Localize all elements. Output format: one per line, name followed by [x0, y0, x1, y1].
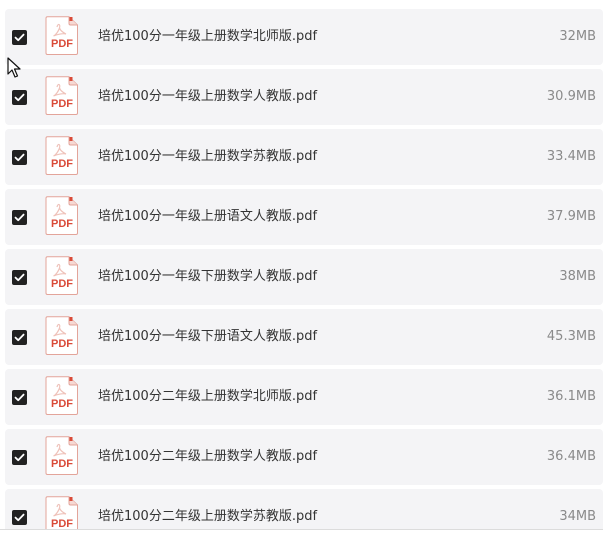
file-checkbox[interactable] [12, 390, 27, 405]
file-name: 培优100分一年级上册语文人教版.pdf [98, 209, 318, 224]
checkmark-icon [14, 453, 25, 462]
svg-text:PDF: PDF [51, 458, 73, 470]
file-name: 培优100分一年级上册数学北师版.pdf [98, 29, 318, 44]
file-checkbox[interactable] [12, 210, 27, 225]
file-name: 培优100分一年级下册数学人教版.pdf [98, 269, 318, 284]
file-name: 培优100分一年级上册数学苏教版.pdf [98, 149, 318, 164]
checkmark-icon [14, 513, 25, 522]
pdf-file-icon: PDF [45, 136, 79, 175]
file-checkbox[interactable] [12, 450, 27, 465]
divider [0, 529, 603, 530]
file-checkbox[interactable] [12, 510, 27, 525]
file-size: 38MB [559, 269, 596, 284]
svg-text:PDF: PDF [51, 158, 73, 170]
file-checkbox[interactable] [12, 30, 27, 45]
pdf-file-icon: PDF [45, 256, 79, 295]
file-row[interactable]: PDF 培优100分一年级下册数学人教版.pdf 38MB [5, 249, 603, 305]
file-row[interactable]: PDF 培优100分二年级上册数学北师版.pdf 36.1MB [5, 369, 603, 425]
pdf-file-icon: PDF [45, 376, 79, 415]
file-row[interactable]: PDF 培优100分一年级上册语文人教版.pdf 37.9MB [5, 189, 603, 245]
checkmark-icon [14, 333, 25, 342]
file-row[interactable]: PDF 培优100分一年级上册数学北师版.pdf 32MB [5, 9, 603, 65]
file-checkbox[interactable] [12, 330, 27, 345]
checkmark-icon [14, 273, 25, 282]
file-row[interactable]: PDF 培优100分一年级上册数学苏教版.pdf 33.4MB [5, 129, 603, 185]
svg-text:PDF: PDF [51, 218, 73, 230]
checkmark-icon [14, 93, 25, 102]
file-row[interactable]: PDF 培优100分二年级上册数学苏教版.pdf 34MB [5, 489, 603, 529]
file-size: 37.9MB [546, 209, 596, 224]
pdf-file-icon: PDF [45, 196, 79, 235]
checkmark-icon [14, 393, 25, 402]
checkmark-icon [14, 153, 25, 162]
svg-text:PDF: PDF [51, 398, 73, 410]
pdf-file-icon: PDF [45, 76, 79, 115]
svg-text:PDF: PDF [51, 278, 73, 290]
file-size: 33.4MB [546, 149, 596, 164]
svg-text:PDF: PDF [51, 518, 73, 529]
pdf-file-icon: PDF [45, 316, 79, 355]
file-size: 45.3MB [546, 329, 596, 344]
file-size: 32MB [559, 29, 596, 44]
file-row[interactable]: PDF 培优100分一年级上册数学人教版.pdf 30.9MB [5, 69, 603, 125]
svg-text:PDF: PDF [51, 38, 73, 50]
file-size: 30.9MB [546, 89, 596, 104]
file-name: 培优100分二年级上册数学苏教版.pdf [98, 509, 318, 524]
checkmark-icon [14, 213, 25, 222]
file-size: 36.1MB [546, 389, 596, 404]
mouse-cursor-icon [7, 57, 21, 78]
file-name: 培优100分一年级下册语文人教版.pdf [98, 329, 318, 344]
file-row[interactable]: PDF 培优100分二年级上册数学人教版.pdf 36.4MB [5, 429, 603, 485]
file-name: 培优100分一年级上册数学人教版.pdf [98, 89, 318, 104]
pdf-file-icon: PDF [45, 16, 79, 55]
file-name: 培优100分二年级上册数学人教版.pdf [98, 449, 318, 464]
pdf-file-icon: PDF [45, 436, 79, 475]
file-list: PDF 培优100分一年级上册数学北师版.pdf 32MB PDF 培优100分一年级上… [0, 0, 603, 529]
file-row[interactable]: PDF 培优100分一年级下册语文人教版.pdf 45.3MB [5, 309, 603, 365]
svg-text:PDF: PDF [51, 98, 73, 110]
checkmark-icon [14, 33, 25, 42]
file-size: 36.4MB [546, 449, 596, 464]
file-size: 34MB [559, 509, 596, 524]
pdf-file-icon: PDF [45, 496, 79, 529]
file-checkbox[interactable] [12, 90, 27, 105]
file-name: 培优100分二年级上册数学北师版.pdf [98, 389, 318, 404]
file-checkbox[interactable] [12, 270, 27, 285]
file-checkbox[interactable] [12, 150, 27, 165]
svg-text:PDF: PDF [51, 338, 73, 350]
